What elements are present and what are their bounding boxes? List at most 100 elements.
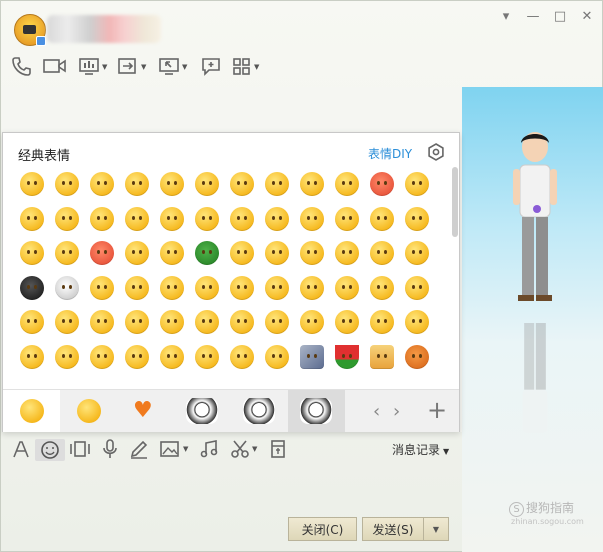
remote-desktop-caret-icon[interactable]: ▼ [182,63,187,71]
red-packet-icon[interactable] [269,439,287,461]
emoji-item[interactable] [20,344,44,369]
emoji-item[interactable] [125,206,149,231]
add-emoji-icon[interactable]: + [427,396,447,424]
prev-page-icon[interactable]: ‹ [373,401,380,422]
transfer-file-icon[interactable] [118,56,138,78]
emoji-item[interactable] [300,344,324,369]
emoji-item[interactable] [265,310,289,334]
remote-desktop-icon[interactable] [159,56,179,78]
apps-caret-icon[interactable]: ▼ [254,63,259,71]
emoji-item[interactable] [265,241,289,265]
emoji-item[interactable] [405,172,429,196]
image-icon[interactable] [159,439,181,461]
emoji-item[interactable] [300,310,324,334]
tab-sticker-pack-3[interactable] [288,390,345,432]
emoji-item[interactable] [90,344,114,369]
emoji-item[interactable] [265,206,289,231]
tab-classic-emoji[interactable] [3,390,60,432]
screenshot-icon[interactable] [230,439,250,461]
emoji-item[interactable] [160,206,184,231]
emoji-item[interactable] [90,310,114,334]
emoji-item[interactable] [125,172,149,196]
emoji-item[interactable] [160,310,184,334]
emoji-item[interactable] [335,206,359,231]
minimize-icon[interactable]: — [525,9,541,25]
emoji-item[interactable] [230,241,254,265]
emoji-item[interactable] [300,172,324,196]
emoji-item[interactable] [300,275,324,300]
emoji-item[interactable] [195,172,219,196]
tab-yellow-face[interactable] [60,390,117,432]
transfer-file-caret-icon[interactable]: ▼ [141,63,146,71]
emoji-item[interactable] [370,310,394,334]
handwriting-icon[interactable] [129,439,149,461]
emoji-item[interactable] [195,275,219,300]
emoji-item[interactable] [125,310,149,334]
emoji-item[interactable] [160,275,184,300]
emoji-item[interactable] [230,206,254,231]
emoji-item[interactable] [125,241,149,265]
emoji-item[interactable] [405,310,429,334]
next-page-icon[interactable]: › [393,401,400,422]
emoji-item[interactable] [195,344,219,369]
emoji-item[interactable] [55,241,79,265]
emoji-item[interactable] [90,241,114,265]
emoji-item[interactable] [370,241,394,265]
voice-message-icon[interactable] [101,439,119,461]
emoji-item[interactable] [300,241,324,265]
tab-sticker-pack-1[interactable] [174,390,231,432]
message-box-icon[interactable] [201,56,221,78]
emoji-scrollbar[interactable] [452,167,458,237]
emoji-item[interactable] [405,275,429,300]
emoji-item[interactable] [230,310,254,334]
tab-sticker-pack-2[interactable] [231,390,288,432]
emoji-item[interactable] [335,310,359,334]
emoji-item[interactable] [370,206,394,231]
font-icon[interactable] [11,439,31,461]
emoji-item[interactable] [90,275,114,300]
emoji-item[interactable] [195,310,219,334]
emoji-item[interactable] [230,172,254,196]
screen-share-caret-icon[interactable]: ▼ [102,63,107,71]
emoji-item[interactable] [55,275,79,300]
message-history-button[interactable]: 消息记录 ▼ [392,441,449,458]
emoji-item[interactable] [55,344,79,369]
emoji-item[interactable] [265,344,289,369]
emoji-item[interactable] [20,310,44,334]
emoji-settings-icon[interactable] [427,143,445,161]
emoji-item[interactable] [370,344,394,369]
emoji-item[interactable] [265,172,289,196]
emoji-item[interactable] [20,206,44,231]
close-icon[interactable]: ✕ [579,9,595,25]
emoji-item[interactable] [370,275,394,300]
emoji-item[interactable] [195,241,219,265]
emoji-item[interactable] [195,206,219,231]
image-caret-icon[interactable]: ▼ [183,445,188,453]
apps-icon[interactable] [232,56,252,78]
emoji-item[interactable] [20,172,44,196]
emoji-item[interactable] [20,241,44,265]
emoji-item[interactable] [160,344,184,369]
send-options-icon[interactable]: ▼ [424,517,449,541]
emoji-item[interactable] [230,344,254,369]
screen-share-icon[interactable] [79,56,99,78]
emoji-item[interactable] [20,275,44,300]
close-button[interactable]: 关闭(C) [288,517,357,541]
emoji-item[interactable] [90,206,114,231]
emoji-item[interactable] [405,344,429,369]
maximize-icon[interactable]: □ [552,9,568,25]
emoji-item[interactable] [125,344,149,369]
emoji-item[interactable] [335,241,359,265]
emoji-item[interactable] [125,275,149,300]
emoji-item[interactable] [405,206,429,231]
emoji-item[interactable] [265,275,289,300]
emoji-item[interactable] [90,172,114,196]
video-icon[interactable] [43,56,67,78]
emoji-item[interactable] [230,275,254,300]
phone-icon[interactable] [11,56,31,78]
emoji-item[interactable] [405,241,429,265]
emoji-item[interactable] [335,172,359,196]
emoji-item[interactable] [55,172,79,196]
shake-window-icon[interactable] [69,439,91,461]
emoji-item[interactable] [300,206,324,231]
